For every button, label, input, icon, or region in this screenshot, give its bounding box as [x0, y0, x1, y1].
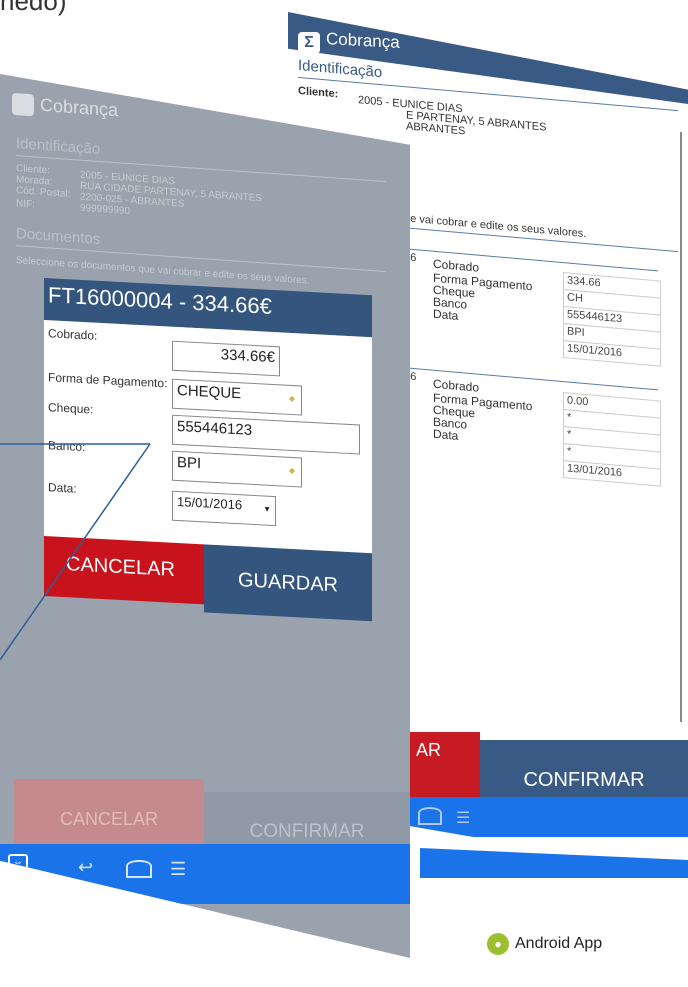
doc1-label: Data	[433, 306, 459, 323]
data-label: Data:	[48, 480, 77, 496]
menu-icon[interactable]: ☰	[170, 859, 186, 880]
home-icon[interactable]	[418, 807, 442, 825]
forma-pagamento-select[interactable]: CHEQUE ◆	[172, 378, 302, 416]
front-section-identificacao: Identificação	[16, 135, 101, 159]
divider	[298, 76, 678, 112]
cheque-label: Cheque:	[48, 400, 94, 417]
app-logo-icon	[12, 92, 34, 117]
cobrado-field[interactable]: 334.66€	[172, 340, 280, 377]
chevron-down-icon: ◆	[288, 465, 295, 476]
dialog-cancel-button[interactable]: CANCELAR	[44, 536, 204, 605]
chevron-down-icon: ▼	[263, 504, 271, 514]
app-switch-icon[interactable]: ⇔	[8, 854, 28, 872]
back-cliente-label: Cliente:	[298, 84, 339, 101]
dialog-save-button[interactable]: GUARDAR	[204, 544, 372, 622]
front-navigation-bar	[0, 844, 410, 904]
android-app-badge: ● Android App	[487, 930, 602, 958]
dialog-body: Cobrado: 334.66€ Forma de Pagamento: CHE…	[44, 320, 372, 556]
data-value: 15/01/2016	[177, 493, 243, 513]
banco-label: Banco:	[48, 438, 86, 455]
front-nif-label: NIF:	[16, 198, 35, 211]
top-caption: nedo)	[0, 0, 67, 16]
chevron-down-icon: ◆	[288, 393, 295, 404]
forma-pagamento-label: Forma de Pagamento:	[48, 370, 168, 391]
cobrado-label: Cobrado:	[48, 326, 98, 343]
menu-icon[interactable]: ☰	[456, 808, 470, 828]
divider	[16, 155, 386, 182]
home-icon[interactable]	[126, 860, 152, 878]
android-icon: ●	[487, 933, 509, 955]
data-date-picker[interactable]: 15/01/2016 ▼	[172, 490, 276, 527]
back-icon[interactable]: ↩	[78, 857, 93, 878]
payment-dialog: FT16000004 - 334.66€ Cobrado: 334.66€ Fo…	[44, 278, 374, 665]
android-app-label: Android App	[515, 935, 603, 952]
doc2-label: Data	[433, 426, 459, 443]
front-app-title: Cobrança	[40, 94, 119, 121]
banco-value: BPI	[177, 453, 202, 473]
scrollbar[interactable]	[680, 132, 682, 722]
back-cancel-button[interactable]: AR	[406, 732, 480, 802]
cheque-field[interactable]: 555446123	[172, 414, 360, 455]
back-navigation-bar	[406, 797, 688, 837]
front-section-documentos: Documentos	[16, 225, 101, 249]
forma-pagamento-value: CHEQUE	[177, 381, 242, 403]
front-nif-value: 999999990	[80, 202, 131, 218]
banco-select[interactable]: BPI ◆	[172, 450, 302, 488]
